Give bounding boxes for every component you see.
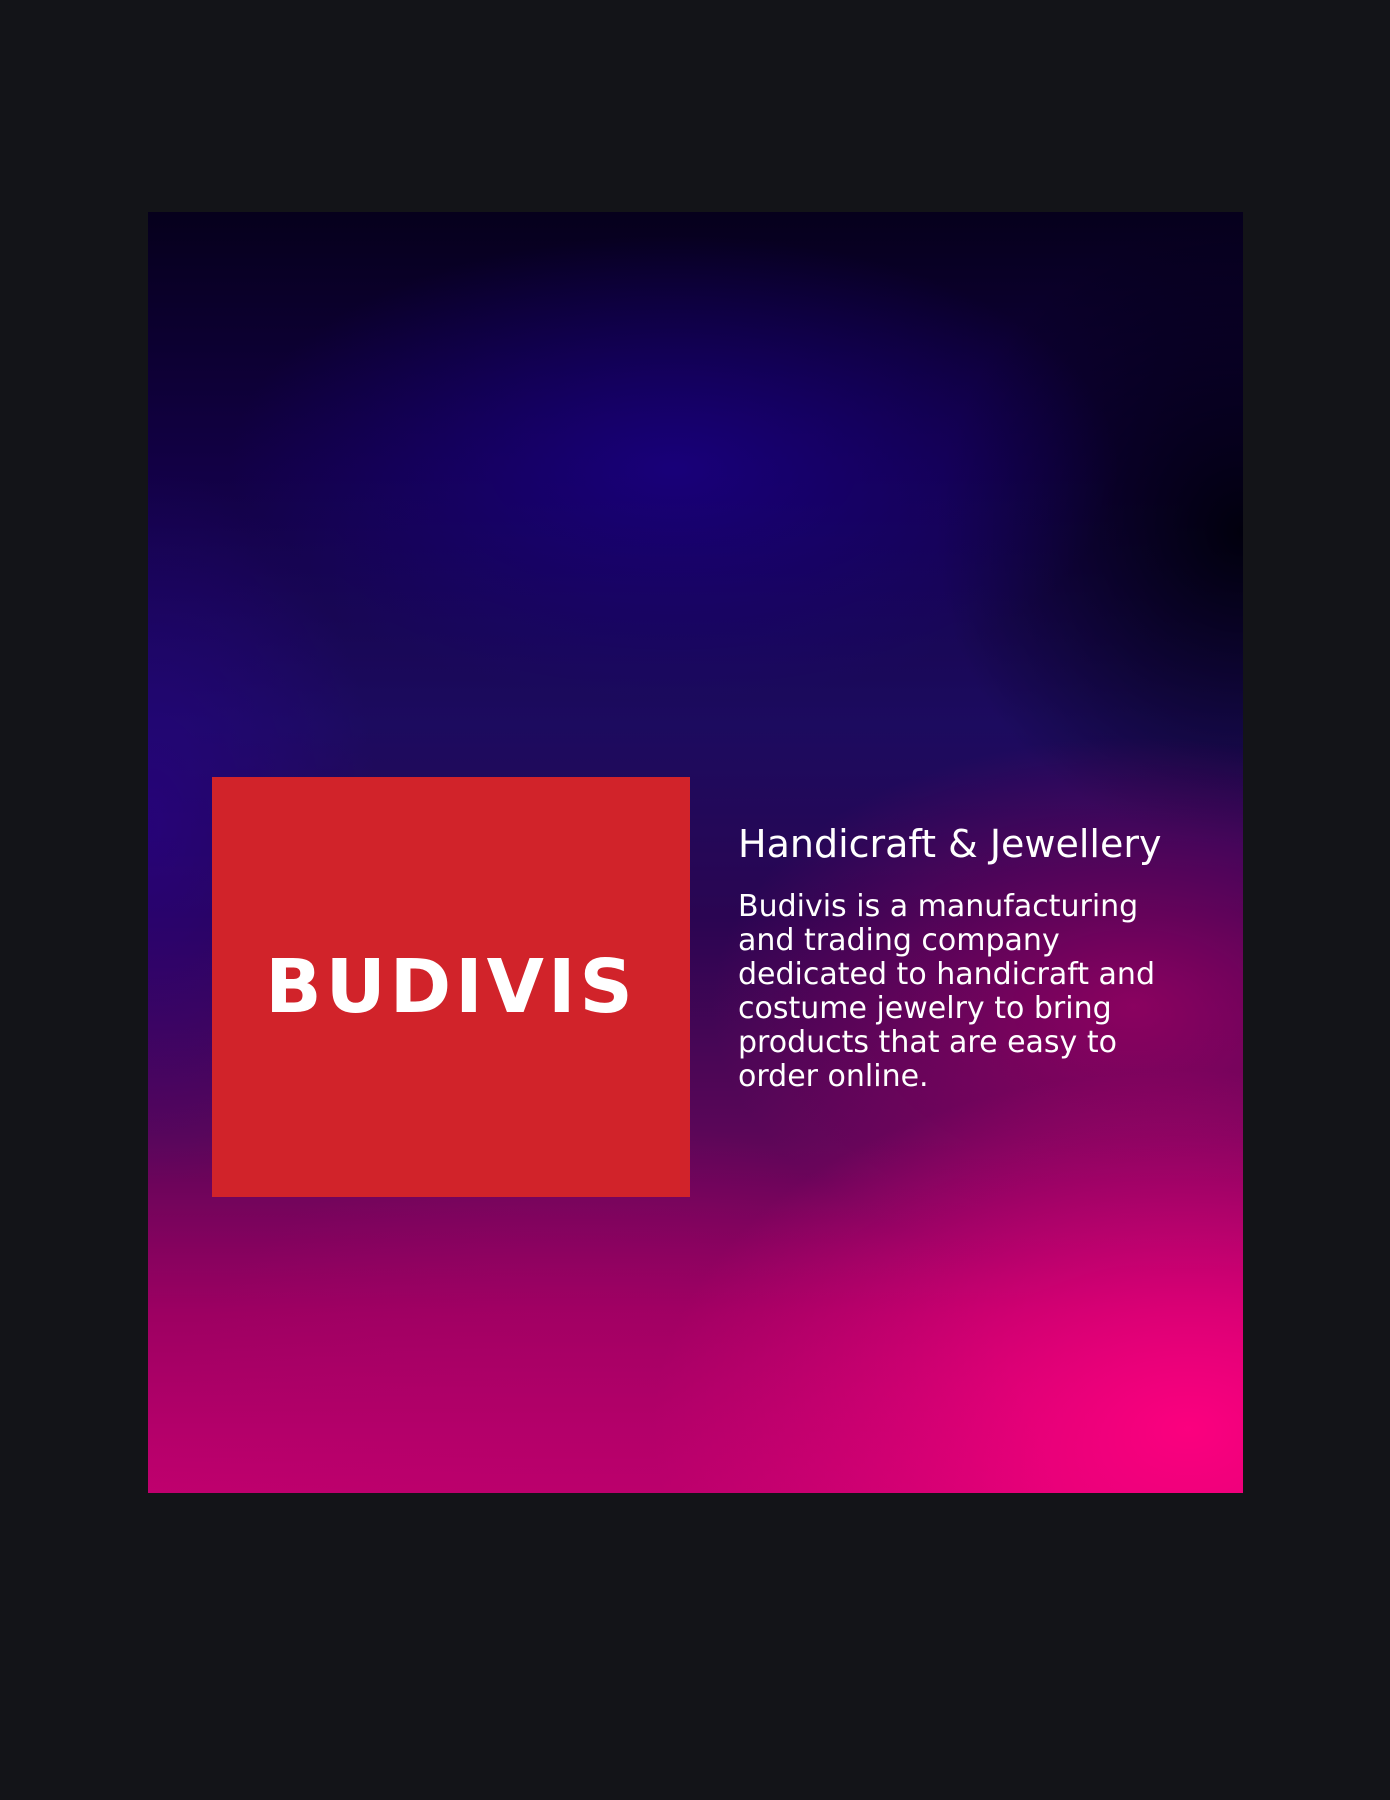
hero-banner: BUDIVIS Handicraft & Jewellery Budivis i… xyxy=(148,212,1243,1493)
brand-logo: BUDIVIS xyxy=(212,777,690,1197)
brand-logo-text: BUDIVIS xyxy=(265,944,637,1030)
company-description: Budivis is a manufacturing and trading c… xyxy=(738,889,1155,1094)
tagline: Handicraft & Jewellery xyxy=(738,822,1162,866)
brand-info: Handicraft & Jewellery Budivis is a manu… xyxy=(738,820,1208,1094)
